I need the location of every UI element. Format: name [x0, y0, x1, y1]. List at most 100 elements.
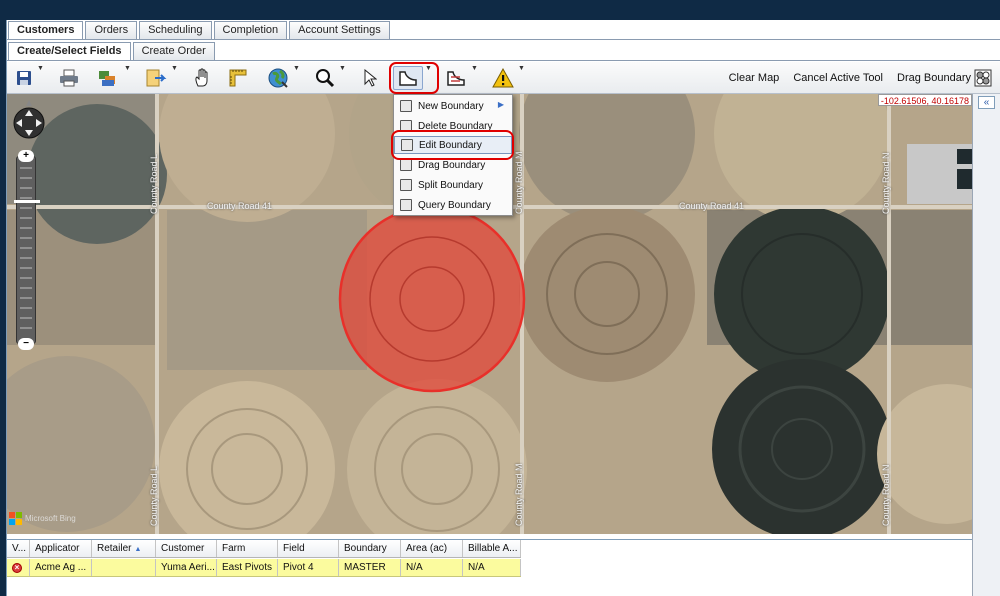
menu-item-label: New Boundary	[418, 100, 484, 112]
boundary-tool-highlight	[389, 62, 439, 94]
zoom-slider-thumb[interactable]	[14, 200, 40, 203]
measure-button[interactable]	[227, 66, 249, 90]
print-icon	[60, 69, 78, 87]
tab-create-select-fields[interactable]: Create/Select Fields	[8, 42, 131, 61]
column-header-retailer-label: Retailer	[97, 543, 132, 554]
drag-boundary-icon	[400, 159, 412, 171]
warning-button[interactable]	[491, 66, 515, 90]
boundary-edit-dropdown-caret[interactable]: ▼	[471, 65, 478, 72]
main-tab-bar: Customers Orders Scheduling Completion A…	[7, 21, 390, 40]
cancel-active-tool-button[interactable]: Cancel Active Tool	[793, 72, 883, 84]
save-button[interactable]	[13, 66, 35, 90]
app-panel: Customers Orders Scheduling Completion A…	[6, 20, 1000, 596]
query-boundary-icon	[400, 199, 412, 211]
selected-field-boundary[interactable]	[338, 205, 526, 393]
split-boundary-icon	[400, 179, 412, 191]
tab-completion[interactable]: Completion	[213, 21, 288, 39]
row-status-cell: ×	[7, 559, 30, 576]
pan-control[interactable]	[13, 100, 45, 149]
sub-tab-bar: Create/Select Fields Create Order	[7, 42, 215, 61]
microsoft-logo-icon	[9, 512, 22, 525]
drag-boundary-button[interactable]: Drag Boundary	[897, 72, 971, 84]
cell-billable: N/A	[463, 559, 521, 576]
zoom-in-button[interactable]: +	[18, 150, 34, 162]
measure-ruler-icon	[229, 69, 247, 87]
zoom-magnifier-icon	[316, 69, 335, 88]
cell-applicator: Acme Ag ...	[30, 559, 92, 576]
tab-customers[interactable]: Customers	[8, 21, 84, 40]
clear-map-button[interactable]: Clear Map	[729, 72, 780, 84]
road-label-county-road-n-south: County Road N	[881, 464, 891, 526]
cell-boundary: MASTER	[339, 559, 401, 576]
road-label-county-road-l-south: County Road L	[149, 465, 159, 526]
right-side-panel: «	[972, 94, 1000, 596]
coordinate-readout: -102.61506, 40.16178	[877, 94, 972, 106]
zoom-slider[interactable]	[16, 156, 36, 344]
column-header-boundary[interactable]: Boundary	[339, 540, 401, 557]
column-header-farm[interactable]: Farm	[217, 540, 278, 557]
menu-item-split-boundary[interactable]: Split Boundary	[394, 176, 512, 194]
sub-tab-divider	[7, 60, 1000, 61]
layers-icon	[99, 71, 115, 86]
menu-item-query-boundary[interactable]: Query Boundary	[394, 196, 512, 214]
boundary-edit-icon	[447, 71, 465, 86]
sort-ascending-icon: ▲	[134, 546, 142, 553]
cell-customer: Yuma Aeri...	[156, 559, 217, 576]
road-label-county-road-l-north: County Road L	[149, 153, 159, 214]
globe-dropdown-caret[interactable]: ▼	[293, 65, 300, 72]
bing-watermark-text: Microsoft Bing	[25, 514, 76, 523]
bing-watermark: Microsoft Bing	[9, 512, 76, 526]
grid-header: V... Applicator Retailer ▲ Customer Farm …	[7, 540, 521, 558]
tab-divider	[7, 39, 1000, 40]
column-header-v[interactable]: V...	[7, 540, 30, 557]
column-header-retailer[interactable]: Retailer ▲	[92, 540, 156, 557]
tab-create-order[interactable]: Create Order	[132, 42, 215, 60]
window-top-bar	[0, 0, 1000, 20]
warning-dropdown-caret[interactable]: ▼	[518, 65, 525, 72]
error-icon: ×	[12, 563, 22, 573]
expand-panel-button[interactable]: «	[978, 96, 995, 109]
column-header-customer[interactable]: Customer	[156, 540, 217, 557]
pan-hand-icon	[195, 68, 208, 87]
boundary-edit-button[interactable]	[443, 66, 469, 90]
zoom-dropdown-caret[interactable]: ▼	[339, 65, 346, 72]
road-label-county-road-m-south: County Road M	[514, 463, 524, 526]
cell-area: N/A	[401, 559, 463, 576]
cell-retailer	[92, 559, 156, 576]
menu-item-label: Query Boundary	[418, 199, 491, 211]
road-label-county-road-41-west: County Road 41	[207, 201, 273, 211]
globe-icon	[268, 68, 288, 88]
globe-button[interactable]	[265, 66, 291, 90]
export-button[interactable]	[143, 66, 169, 90]
column-header-area[interactable]: Area (ac)	[401, 540, 463, 557]
toolbar-actions: Clear Map Cancel Active Tool Drag Bounda…	[729, 62, 971, 94]
column-header-field[interactable]: Field	[278, 540, 339, 557]
tab-orders[interactable]: Orders	[85, 21, 138, 39]
print-button[interactable]	[57, 66, 81, 90]
column-header-applicator[interactable]: Applicator	[30, 540, 92, 557]
tab-scheduling[interactable]: Scheduling	[139, 21, 212, 39]
select-button[interactable]	[359, 66, 381, 90]
edit-boundary-highlight	[391, 130, 514, 160]
road-label-county-road-41-east: County Road 41	[679, 201, 745, 211]
save-icon	[17, 71, 31, 85]
submenu-arrow-icon: ▶	[497, 100, 504, 109]
menu-item-new-boundary[interactable]: New Boundary ▶	[394, 97, 512, 115]
layers-button[interactable]	[95, 66, 121, 90]
field-grid-button[interactable]	[971, 66, 995, 90]
column-header-billable[interactable]: Billable A...	[463, 540, 521, 557]
export-dropdown-caret[interactable]: ▼	[171, 65, 178, 72]
table-row[interactable]: × Acme Ag ... Yuma Aeri... East Pivots P…	[7, 559, 521, 577]
save-dropdown-caret[interactable]: ▼	[37, 65, 44, 72]
export-icon	[146, 69, 167, 87]
zoom-out-button[interactable]: −	[18, 338, 34, 350]
road-label-county-road-m-north: County Road M	[514, 151, 524, 214]
pan-button[interactable]	[191, 66, 213, 90]
cell-field: Pivot 4	[278, 559, 339, 576]
map-toolbar: ▼ ▼ ▼ ▼ ▼ ▼ ▼ ▼ Clear Map Cancel Active …	[7, 62, 1000, 94]
new-boundary-icon	[400, 100, 412, 112]
tab-account-settings[interactable]: Account Settings	[289, 21, 390, 39]
layers-dropdown-caret[interactable]: ▼	[124, 65, 131, 72]
zoom-button[interactable]	[313, 66, 337, 90]
menu-item-label: Drag Boundary	[418, 159, 486, 171]
